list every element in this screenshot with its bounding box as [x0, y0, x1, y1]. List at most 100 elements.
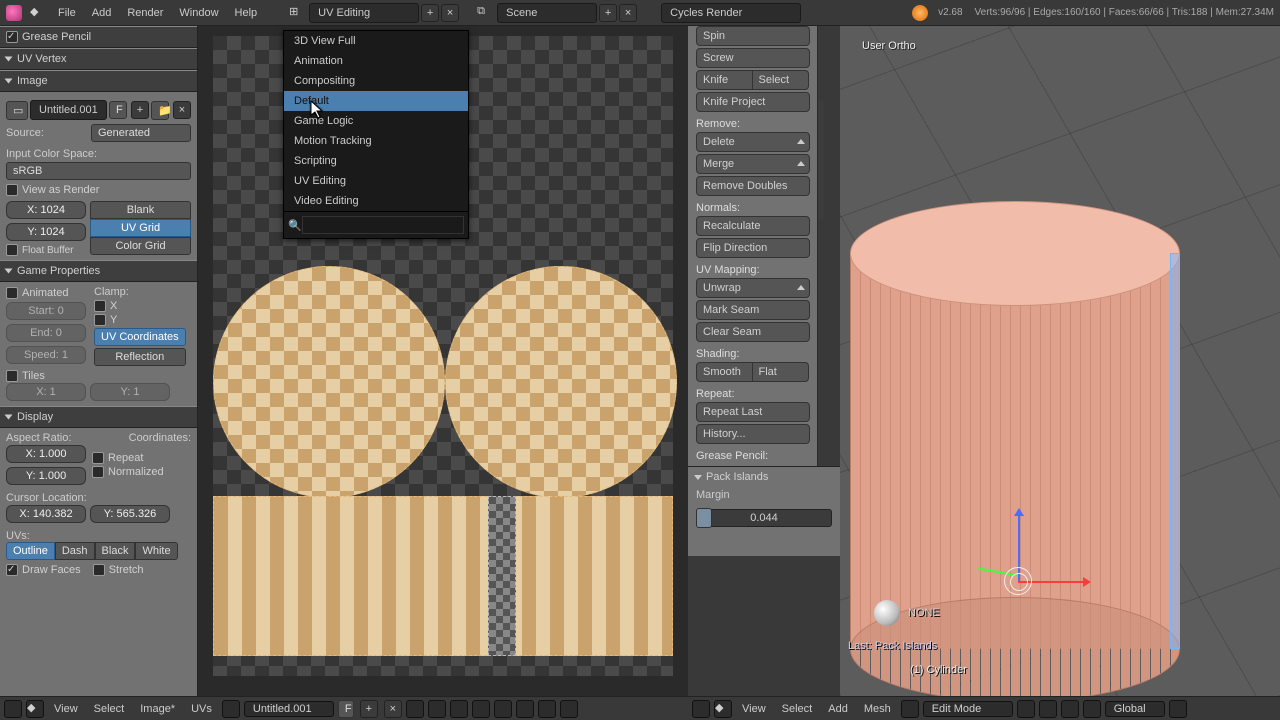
gizmo-center[interactable]	[1004, 567, 1032, 595]
aspect-x[interactable]: X: 1.000	[6, 445, 86, 463]
mode-dropdown[interactable]: Edit Mode	[923, 701, 1013, 717]
image-name-field[interactable]: Untitled.001	[30, 100, 107, 120]
viewport-shading-icon[interactable]	[1017, 700, 1035, 718]
clamp-y-checkbox[interactable]	[94, 314, 106, 326]
tool-button[interactable]: Recalculate	[696, 216, 810, 236]
toolshelf-scrollbar[interactable]	[818, 100, 824, 220]
layout-menu-item[interactable]: Video Editing	[284, 191, 468, 211]
tool-button[interactable]: Delete	[696, 132, 810, 152]
fake-user-button[interactable]: F	[109, 101, 127, 119]
tool-button[interactable]: History...	[696, 424, 810, 444]
reflection-button[interactable]: Reflection	[94, 348, 186, 366]
gen-type-blank[interactable]: Blank	[90, 201, 191, 219]
menu-help[interactable]: Help	[227, 0, 266, 26]
unlink-image-button[interactable]: ×	[173, 101, 191, 119]
menu-add[interactable]: Add	[84, 0, 120, 26]
add-layout-button[interactable]: +	[421, 4, 439, 22]
layout-menu-item[interactable]: Motion Tracking	[284, 131, 468, 151]
pivot-point-icon[interactable]	[1039, 700, 1057, 718]
view-as-render-checkbox[interactable]	[6, 184, 18, 196]
tiles-checkbox[interactable]	[6, 370, 18, 382]
uv-editor-menu-icon[interactable]: ◆	[26, 700, 44, 718]
3d-menu-select[interactable]: Select	[776, 703, 819, 715]
layout-menu-item[interactable]: Compositing	[284, 71, 468, 91]
uv-fake-user[interactable]: F	[338, 700, 354, 718]
panel-header-image[interactable]: Image	[0, 70, 197, 92]
layout-search-input[interactable]	[302, 216, 464, 234]
cursor-x[interactable]: X: 140.382	[6, 505, 86, 523]
anim-start[interactable]: Start: 0	[6, 302, 86, 320]
layout-menu-item[interactable]: Scripting	[284, 151, 468, 171]
tool-button[interactable]: Mark Seam	[696, 300, 810, 320]
colorspace-dropdown[interactable]: sRGB	[6, 162, 191, 180]
uv-select-mode-island[interactable]	[538, 700, 556, 718]
uv-island-cap-left[interactable]	[213, 266, 445, 498]
tool-button[interactable]: Flat	[753, 362, 810, 382]
uv-island-cap-right[interactable]	[445, 266, 677, 498]
manipulator-translate[interactable]	[1083, 700, 1101, 718]
layout-menu-item[interactable]: 3D View Full	[284, 31, 468, 51]
gen-type-colorgrid[interactable]: Color Grid	[90, 237, 191, 255]
menu-file[interactable]: File	[50, 0, 84, 26]
cursor-y[interactable]: Y: 565.326	[90, 505, 170, 523]
gen-type-uvgrid[interactable]: UV Grid	[90, 219, 191, 237]
uv-image-field[interactable]: Untitled.001	[244, 701, 334, 717]
uvcoord-button[interactable]: UV Coordinates	[94, 328, 186, 346]
uv-island-body[interactable]	[213, 496, 673, 656]
orientation-dropdown[interactable]: Global	[1105, 701, 1165, 717]
screen-layout-field[interactable]: UV Editing	[309, 3, 419, 23]
tool-button[interactable]: Remove Doubles	[696, 176, 810, 196]
tool-button[interactable]: Knife	[696, 70, 753, 90]
panel-header-display[interactable]: Display	[0, 406, 197, 428]
tool-button[interactable]: Smooth	[696, 362, 753, 382]
normalized-checkbox[interactable]	[92, 466, 104, 478]
tool-button[interactable]: Knife Project	[696, 92, 810, 112]
animated-checkbox[interactable]	[6, 287, 18, 299]
tool-button[interactable]: Clear Seam	[696, 322, 810, 342]
gen-x-field[interactable]: X: 1024	[6, 201, 86, 219]
margin-slider[interactable]: 0.044	[696, 509, 832, 527]
uv-select-mode-face[interactable]	[516, 700, 534, 718]
layers-button[interactable]	[1169, 700, 1187, 718]
uv-menu-image[interactable]: Image*	[134, 703, 181, 715]
uv-island-selected-face[interactable]	[488, 496, 516, 656]
tool-button[interactable]: Flip Direction	[696, 238, 810, 258]
sync-selection-icon[interactable]	[450, 700, 468, 718]
tool-button[interactable]: Screw	[696, 48, 810, 68]
scene-field[interactable]: Scene	[497, 3, 597, 23]
menu-window[interactable]: Window	[171, 0, 226, 26]
delete-layout-button[interactable]: ×	[441, 4, 459, 22]
uvdraw-dash[interactable]: Dash	[55, 542, 95, 560]
float-buffer-checkbox[interactable]	[6, 244, 18, 256]
uv-unlink-image[interactable]: ×	[384, 700, 402, 718]
tool-button[interactable]: Unwrap	[696, 278, 810, 298]
tool-button[interactable]: Merge	[696, 154, 810, 174]
tool-button[interactable]: Spin	[696, 26, 810, 46]
uvdraw-black[interactable]: Black	[95, 542, 136, 560]
screen-layout-icon[interactable]: ⊞	[289, 5, 305, 21]
cylinder-mesh[interactable]	[850, 201, 1180, 651]
tool-button[interactable]: Select	[753, 70, 810, 90]
uv-pin-icon[interactable]	[406, 700, 424, 718]
anim-end[interactable]: End: 0	[6, 324, 86, 342]
add-scene-button[interactable]: +	[599, 4, 617, 22]
source-dropdown[interactable]: Generated	[91, 124, 191, 142]
editor-type-icon[interactable]	[6, 5, 22, 21]
pivot-icon[interactable]	[428, 700, 446, 718]
3d-menu-view[interactable]: View	[736, 703, 772, 715]
manipulator-toggle[interactable]	[1061, 700, 1079, 718]
panel-header-gameprops[interactable]: Game Properties	[0, 260, 197, 282]
anim-speed[interactable]: Speed: 1	[6, 346, 86, 364]
render-engine-field[interactable]: Cycles Render	[661, 3, 801, 23]
uv-menu-uvs[interactable]: UVs	[185, 703, 218, 715]
uv-image-browse-icon[interactable]	[222, 700, 240, 718]
repeat-checkbox[interactable]	[92, 452, 104, 464]
3d-menu-mesh[interactable]: Mesh	[858, 703, 897, 715]
mode-icon[interactable]	[901, 700, 919, 718]
3dview-menu-icon[interactable]: ◆	[714, 700, 732, 718]
uvdraw-outline[interactable]: Outline	[6, 542, 55, 560]
uv-select-mode-vertex[interactable]	[472, 700, 490, 718]
tool-button[interactable]: Repeat Last	[696, 402, 810, 422]
uv-new-image[interactable]: +	[360, 700, 378, 718]
aspect-y[interactable]: Y: 1.000	[6, 467, 86, 485]
